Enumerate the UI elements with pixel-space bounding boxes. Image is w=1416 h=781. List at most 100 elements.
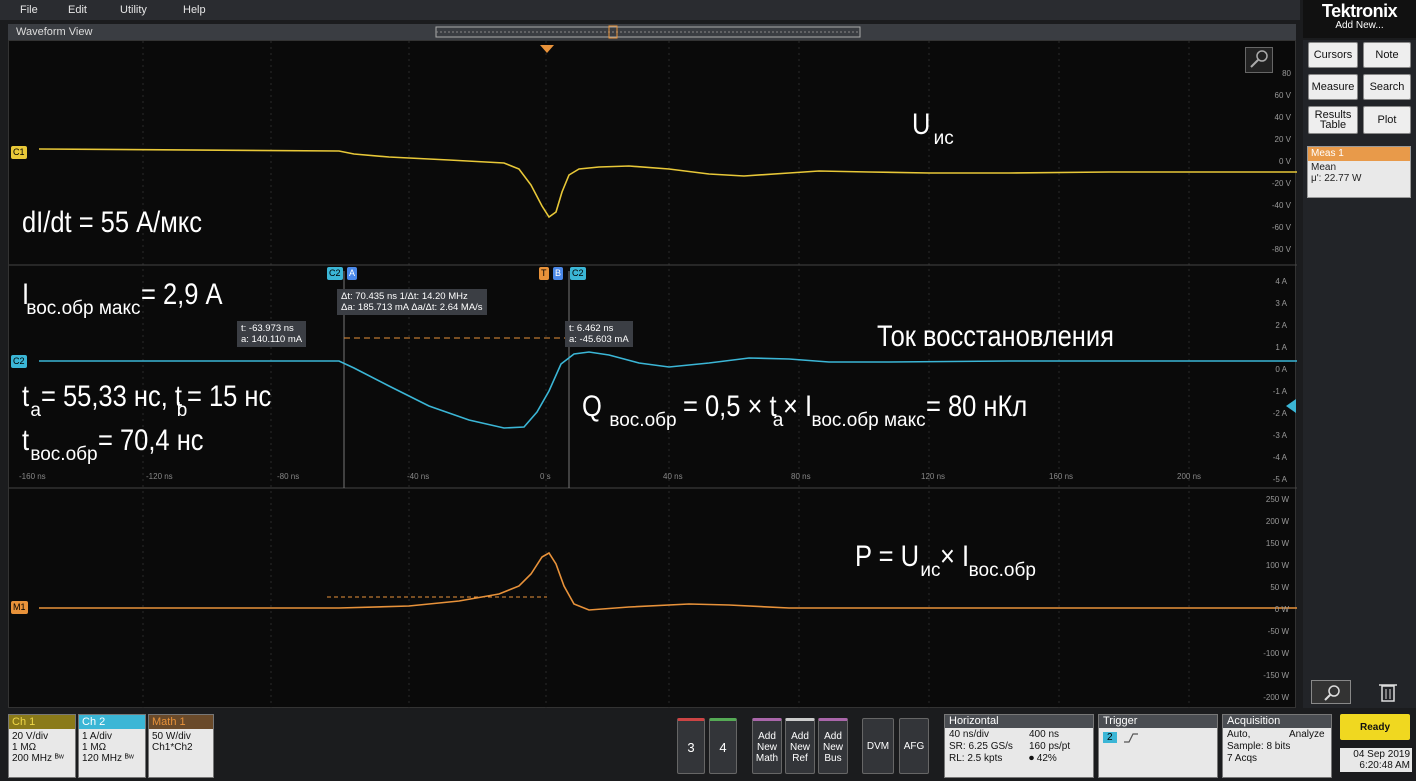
time-tick: 120 ns — [921, 472, 946, 481]
right-panel: Cursors Note Measure Search Results Tabl… — [1303, 40, 1416, 708]
annotation-qrr: Qвос.обр = 0,5 × ta × Iвос.обр макс = 80… — [582, 390, 1027, 431]
rising-edge-icon — [1123, 732, 1138, 743]
note-button[interactable]: Note — [1363, 42, 1411, 68]
add-new-ref-button[interactable]: Add New Ref — [785, 718, 815, 774]
math-scale-label: -150 W — [1263, 671, 1289, 680]
ch1-scale-label: -40 V — [1271, 201, 1291, 210]
record-length: RL: 2.5 kpts — [949, 753, 1003, 764]
channel-4-button[interactable]: 4 — [709, 718, 737, 774]
ch1-scale-label: -60 V — [1271, 223, 1291, 232]
ch1-scale-value: 20 V/div — [12, 731, 49, 742]
cursor-a-amplitude: a: 140.110 mA — [241, 334, 303, 345]
math-scale: 250 W 200 W 150 W 100 W 50 W 0 W -50 W -… — [1245, 489, 1289, 707]
add-new-bus-button[interactable]: Add New Bus — [818, 718, 848, 774]
time-tick: -80 ns — [277, 472, 300, 481]
menu-help[interactable]: Help — [183, 4, 206, 16]
cursor-b-handle[interactable]: B — [553, 267, 564, 280]
arrow-left-icon[interactable] — [1286, 399, 1296, 413]
horizontal-panel[interactable]: Horizontal 40 ns/div 400 ns SR: 6.25 GS/s… — [944, 714, 1094, 778]
annotation-u-is: Uис — [912, 108, 954, 149]
math1-badge[interactable]: Math 1 50 W/div Ch1*Ch2 — [148, 714, 214, 778]
dvm-button[interactable]: DVM — [862, 718, 894, 774]
ch1-scale-label: 40 V — [1274, 113, 1291, 122]
ch2-scale-label: -1 A — [1272, 387, 1287, 396]
ch2-scale-label: -3 A — [1272, 431, 1287, 440]
add-new-math-button[interactable]: Add New Math — [752, 718, 782, 774]
acquisition-count: 7 Acqs — [1227, 753, 1258, 764]
annotation-trr: tвос.обр = 70,4 нс — [22, 424, 204, 465]
afg-button[interactable]: AFG — [899, 718, 929, 774]
menu-file[interactable]: File — [20, 4, 38, 16]
annotation-recovery-current: Ток восстановления — [877, 320, 1114, 353]
ch2-scale-value: 1 A/div — [82, 731, 113, 742]
ch2-scale-label: 1 A — [1275, 343, 1287, 352]
zoom-search-icon[interactable] — [1311, 680, 1351, 704]
math-scale-label: -200 W — [1263, 693, 1289, 702]
menu-bar: File Edit Utility Help — [0, 0, 1300, 20]
search-button[interactable]: Search — [1363, 74, 1411, 100]
acquisition-mode: Auto, — [1227, 729, 1251, 740]
waveform-display[interactable]: 80 60 V 40 V 20 V 0 V -20 V -40 V -60 V … — [8, 40, 1297, 709]
channel-3-button[interactable]: 3 — [677, 718, 705, 774]
math-scale-label: 100 W — [1265, 561, 1289, 570]
meas1-badge[interactable]: Meas 1 Mean μ': 22.77 W — [1307, 146, 1411, 198]
trigger-panel[interactable]: Trigger 2 — [1098, 714, 1218, 778]
plot-button[interactable]: Plot — [1363, 106, 1411, 134]
math1-badge-title: Math 1 — [149, 715, 213, 729]
ch2-marker[interactable]: C2 — [11, 355, 27, 368]
ch2-scale-label: 4 A — [1275, 277, 1287, 286]
ch1-impedance: 1 MΩ — [12, 742, 37, 753]
cursors-button[interactable]: Cursors — [1308, 42, 1358, 68]
brand-logo: Tektronix Add New... — [1303, 0, 1416, 38]
math-scale-label: 0 W — [1274, 605, 1289, 614]
ch1-scale-label: -80 V — [1271, 245, 1291, 254]
date: 04 Sep 2019 — [1353, 749, 1410, 760]
meas1-value: μ': 22.77 W — [1311, 173, 1362, 184]
ch1-scale: 80 60 V 40 V 20 V 0 V -20 V -40 V -60 V … — [1249, 63, 1291, 254]
add-new-link[interactable]: Add New... — [1303, 20, 1416, 32]
acquisition-analyze: Analyze — [1289, 729, 1325, 740]
brand-name: Tektronix — [1321, 1, 1398, 21]
ch2-scale: 4 A 3 A 2 A 1 A 0 A -1 A -2 A -3 A -4 A … — [1249, 271, 1287, 486]
cursor-delta-line1: Δt: 70.435 ns 1/Δt: 14.20 MHz — [341, 291, 468, 302]
run-status-button[interactable]: Ready — [1340, 714, 1410, 740]
menu-utility[interactable]: Utility — [120, 4, 147, 16]
cursor-b-channel-tag: C2 — [570, 267, 586, 280]
horizontal-position: 400 ns — [1029, 729, 1060, 740]
ch2-scale-label: 2 A — [1275, 321, 1287, 330]
annotation-imax: Iвос.обр макс = 2,9 А — [22, 278, 223, 319]
math-scale-label: -100 W — [1263, 649, 1289, 658]
trigger-position-icon[interactable] — [540, 45, 554, 53]
math1-marker[interactable]: M1 — [11, 601, 28, 614]
cursor-a-channel-tag: C2 — [327, 267, 343, 280]
trigger-marker[interactable]: T — [539, 267, 549, 280]
sample-interval: 160 ps/pt — [1029, 741, 1071, 752]
ch1-marker[interactable]: C1 — [11, 146, 27, 159]
horizontal-scale: 40 ns/div — [949, 729, 990, 740]
ch2-scale-label: 0 A — [1275, 365, 1287, 374]
ch1-scale-label: 0 V — [1278, 157, 1291, 166]
ch1-scale-label: 80 — [1282, 69, 1291, 78]
acquisition-panel[interactable]: Acquisition Auto, Analyze Sample: 8 bits … — [1222, 714, 1332, 778]
menu-edit[interactable]: Edit — [68, 4, 87, 16]
cursor-b-readout: t: 6.462 ns a: -45.603 mA — [565, 321, 633, 347]
time-tick: 0 s — [540, 472, 551, 481]
annotation-didt: dI/dt = 55 А/мкс — [22, 206, 202, 239]
trash-icon[interactable] — [1373, 680, 1403, 704]
annotation-ta-tb: ta = 55,33 нс, tb = 15 нс — [22, 380, 272, 421]
time-tick: 160 ns — [1049, 472, 1074, 481]
ch2-impedance: 1 MΩ — [82, 742, 107, 753]
cursor-a-handle[interactable]: A — [347, 267, 358, 280]
ch2-badge-title: Ch 2 — [79, 715, 145, 729]
oscilloscope-app: File Edit Utility Help Tektronix Add New… — [0, 0, 1416, 781]
cursor-delta-readout: Δt: 70.435 ns 1/Δt: 14.20 MHz Δa: 185.71… — [337, 289, 487, 315]
math-scale-label: 50 W — [1270, 583, 1289, 592]
ch2-badge[interactable]: Ch 2 1 A/div 1 MΩ 120 MHz ᴮʷ — [78, 714, 146, 778]
time-axis: -160 ns -120 ns -80 ns -40 ns 0 s 40 ns … — [9, 472, 1239, 484]
sample-rate: SR: 6.25 GS/s — [949, 741, 1013, 752]
results-table-button[interactable]: Results Table — [1308, 106, 1358, 134]
measure-button[interactable]: Measure — [1308, 74, 1358, 100]
ch1-badge[interactable]: Ch 1 20 V/div 1 MΩ 200 MHz ᴮʷ — [8, 714, 76, 778]
cursor-a-readout: t: -63.973 ns a: 140.110 mA — [237, 321, 307, 347]
record-overview[interactable] — [8, 24, 1296, 40]
